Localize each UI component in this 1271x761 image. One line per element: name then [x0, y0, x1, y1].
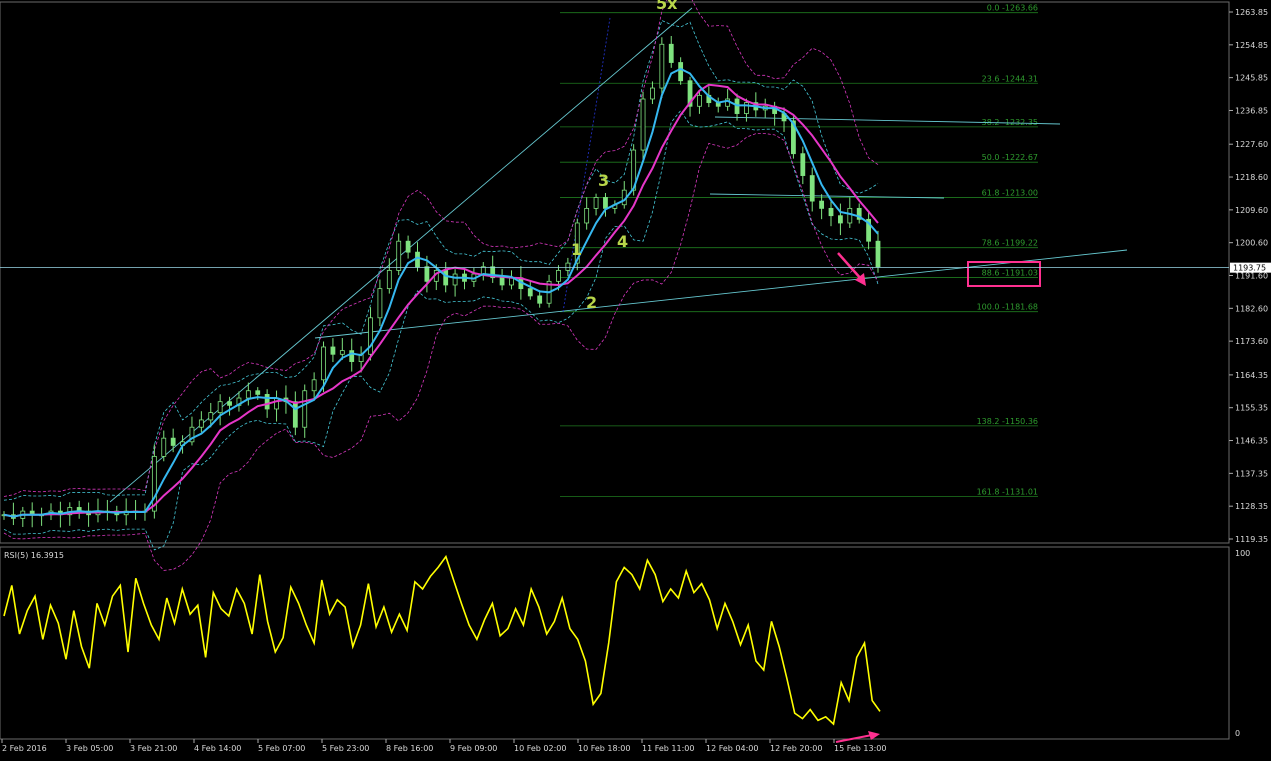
price-tick-label: 1245.85 [1235, 74, 1268, 83]
candle-body [292, 401, 298, 428]
candle-body [819, 200, 825, 209]
wave-label-3: 3 [598, 171, 609, 190]
price-tick-label: 1155.35 [1235, 404, 1268, 413]
price-tick-label: 1254.85 [1235, 41, 1268, 50]
time-tick-label: 3 Feb 21:00 [130, 744, 177, 753]
wave-label-2: 2 [586, 293, 597, 312]
candle-body [838, 215, 843, 224]
candle-body [274, 397, 279, 410]
candle-body [509, 277, 514, 286]
wave-label-5x: 5x [656, 0, 678, 13]
time-tick-label: 5 Feb 23:00 [322, 744, 369, 753]
fib-level-label: 78.6 -1199.22 [982, 239, 1038, 248]
candle-body [809, 175, 815, 202]
candle-body [245, 390, 251, 399]
price-tick-label: 1218.60 [1235, 173, 1268, 182]
candle-body [227, 401, 232, 406]
time-tick-label: 9 Feb 09:00 [450, 744, 497, 753]
fib-level-label: 23.6 -1244.31 [982, 74, 1038, 83]
candle-body [499, 277, 505, 286]
price-tick-label: 1164.35 [1235, 371, 1268, 380]
candle-body [828, 207, 834, 217]
time-tick-label: 4 Feb 14:00 [194, 744, 241, 753]
candle-body [452, 273, 458, 286]
candle-body [565, 262, 571, 271]
candle-body [603, 197, 608, 209]
price-tick-label: 1137.35 [1235, 469, 1268, 478]
fib-level-label: 161.8 -1131.01 [977, 487, 1038, 496]
candle-body [255, 390, 261, 395]
candle-body [208, 412, 214, 421]
time-tick-label: 2 Feb 2016 [2, 744, 47, 753]
candle-body [339, 350, 345, 355]
candle-body [697, 94, 702, 107]
trading-chart[interactable]: 0.0 -1263.6623.6 -1244.3138.2 -1232.3550… [0, 0, 1271, 761]
candle-body [537, 295, 543, 304]
price-tick-label: 1209.60 [1235, 206, 1268, 215]
price-tick-label: 1146.35 [1235, 437, 1268, 446]
time-tick-label: 10 Feb 02:00 [514, 744, 566, 753]
candle-body [217, 401, 223, 414]
price-tick-label: 1182.60 [1235, 304, 1268, 313]
price-tick-label: 1128.35 [1235, 502, 1268, 511]
fib-level-label: 0.0 -1263.66 [987, 4, 1038, 13]
candle-body [847, 207, 853, 224]
candle-body [640, 98, 646, 151]
candle-body [170, 437, 176, 446]
candle-body [161, 437, 167, 457]
candle-body [330, 346, 336, 355]
candle-body [593, 197, 599, 209]
wave-label-4: 4 [617, 232, 628, 251]
time-tick-label: 12 Feb 20:00 [770, 744, 822, 753]
price-tick-label: 1263.85 [1235, 8, 1268, 17]
candle-body [800, 153, 806, 176]
fib-level-label: 100.0 -1181.68 [977, 303, 1038, 312]
rsi-tick-label: 100 [1235, 549, 1250, 558]
candle-body [659, 43, 665, 89]
candle-body [527, 288, 533, 297]
candle-body [377, 288, 383, 319]
time-tick-label: 10 Feb 18:00 [578, 744, 630, 753]
candle-body [396, 240, 402, 271]
candle-body [650, 87, 655, 100]
price-tick-label: 1119.35 [1235, 535, 1268, 544]
price-tick-label: 1173.60 [1235, 337, 1268, 346]
price-tick-label: 1227.60 [1235, 140, 1268, 149]
candle-body [386, 269, 392, 290]
rsi-panel[interactable] [0, 546, 1230, 740]
time-tick-label: 3 Feb 05:00 [66, 744, 113, 753]
fib-level-label: 138.2 -1150.36 [977, 417, 1038, 426]
current-price-label: 1193.75 [1233, 264, 1266, 273]
rsi-tick-label: 0 [1235, 729, 1240, 738]
candle-body [311, 379, 317, 392]
price-tick-label: 1200.60 [1235, 239, 1268, 248]
fib-level-label: 61.8 -1213.00 [982, 188, 1038, 197]
candle-body [198, 419, 204, 428]
time-tick-label: 5 Feb 07:00 [258, 744, 305, 753]
candle-body [321, 346, 326, 381]
time-tick-label: 8 Feb 16:00 [386, 744, 433, 753]
wave-label-1: 1 [571, 240, 582, 259]
price-tick-label: 1191.60 [1235, 272, 1268, 281]
candle-body [264, 393, 270, 410]
candle-body [875, 240, 881, 268]
candle-body [443, 269, 449, 286]
candle-body [668, 43, 674, 63]
candle-body [424, 266, 430, 282]
candle-body [744, 102, 749, 114]
candle-body [678, 62, 684, 82]
fib-level-label: 88.6 -1191.03 [982, 269, 1038, 278]
candle-body [584, 207, 590, 224]
candle-body [302, 390, 308, 428]
candle-body [556, 269, 561, 282]
time-tick-label: 11 Feb 11:00 [642, 744, 694, 753]
rsi-title: RSI(5) 16.3915 [4, 551, 64, 560]
price-tick-label: 1236.85 [1235, 106, 1268, 115]
fib-level-label: 50.0 -1222.67 [982, 153, 1038, 162]
time-tick-label: 12 Feb 04:00 [706, 744, 758, 753]
candle-body [405, 240, 411, 253]
candle-body [349, 350, 355, 362]
time-tick-label: 15 Feb 13:00 [834, 744, 886, 753]
